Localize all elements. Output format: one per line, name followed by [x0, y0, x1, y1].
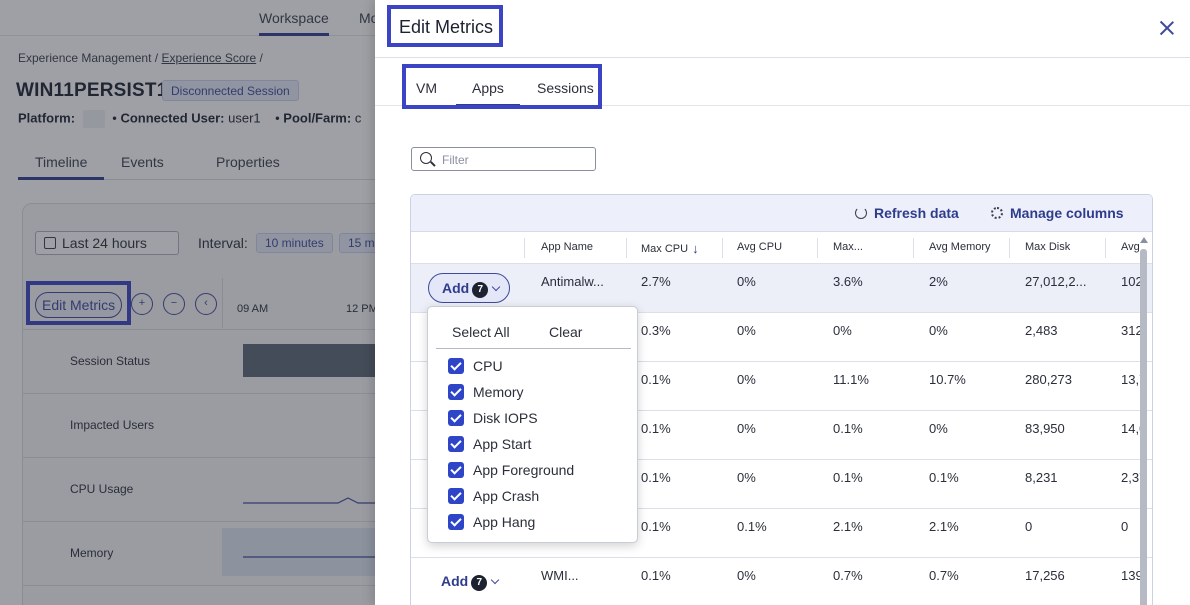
- column-divider: [817, 238, 818, 258]
- grid-header: App Name Max CPU ↓ Avg CPU Max... Avg Mem…: [411, 232, 1152, 264]
- column-divider: [524, 238, 525, 258]
- filter-field[interactable]: [411, 147, 596, 171]
- cell-max-memory: 0.1%: [833, 421, 863, 436]
- sort-descending-icon: ↓: [692, 241, 699, 256]
- metric-option-app-foreground[interactable]: App Foreground: [448, 462, 574, 482]
- checkbox-checked-icon[interactable]: [448, 462, 464, 478]
- metric-option-app-start[interactable]: App Start: [448, 436, 531, 456]
- cell-max-memory: 2.1%: [833, 519, 863, 534]
- cell-avg-cpu: 0.1%: [737, 519, 767, 534]
- column-header-avg-cpu[interactable]: Avg CPU: [737, 241, 782, 253]
- select-all-button[interactable]: Select All: [452, 324, 510, 340]
- metric-option-memory[interactable]: Memory: [448, 384, 524, 404]
- column-header-avg-disk[interactable]: Avg: [1121, 241, 1140, 253]
- close-icon[interactable]: [1157, 18, 1177, 38]
- column-divider: [1105, 238, 1106, 258]
- gear-icon: [991, 207, 1003, 219]
- checkbox-checked-icon[interactable]: [448, 436, 464, 452]
- refresh-data-button[interactable]: Refresh data: [855, 205, 959, 221]
- cell-max-cpu: 0.1%: [641, 568, 671, 583]
- cell-max-disk: 83,950: [1025, 421, 1065, 436]
- cell-max-disk: 0: [1025, 519, 1033, 534]
- add-metrics-button[interactable]: Add 7: [428, 567, 510, 597]
- cell-max-disk: 2,483: [1025, 323, 1058, 338]
- manage-columns-button[interactable]: Manage columns: [991, 205, 1124, 221]
- dropdown-divider: [436, 348, 631, 349]
- cell-app-name: Antimalw...: [541, 274, 604, 289]
- cell-max-memory: 0%: [833, 323, 852, 338]
- add-count-badge: 7: [471, 575, 488, 591]
- table-row[interactable]: Add 7 WMI... 0.1% 0% 0.7% 0.7% 17,256 139: [411, 558, 1152, 605]
- cell-max-cpu: 0.3%: [641, 323, 671, 338]
- cell-max-disk: 8,231: [1025, 470, 1058, 485]
- checkbox-checked-icon[interactable]: [448, 358, 464, 374]
- search-icon: [420, 152, 432, 164]
- column-header-avg-memory[interactable]: Avg Memory: [929, 241, 991, 253]
- cell-avg-memory: 10.7%: [929, 372, 966, 387]
- chevron-down-icon: [490, 575, 500, 585]
- cell-avg-cpu: 0%: [737, 323, 756, 338]
- checkbox-checked-icon[interactable]: [448, 488, 464, 504]
- refresh-icon: [855, 207, 867, 219]
- checkbox-checked-icon[interactable]: [448, 410, 464, 426]
- metric-option-disk-iops[interactable]: Disk IOPS: [448, 410, 538, 430]
- cell-max-memory: 0.1%: [833, 470, 863, 485]
- checkbox-checked-icon[interactable]: [448, 514, 464, 530]
- column-divider: [913, 238, 914, 258]
- cell-avg-cpu: 0%: [737, 568, 756, 583]
- cell-avg-memory: 0.1%: [929, 470, 959, 485]
- cell-max-cpu: 0.1%: [641, 519, 671, 534]
- modal-divider: [375, 57, 1190, 58]
- cell-max-cpu: 0.1%: [641, 421, 671, 436]
- column-header-max-cpu[interactable]: Max CPU ↓: [641, 241, 699, 256]
- cell-max-memory: 11.1%: [833, 372, 869, 387]
- modal-backdrop[interactable]: [0, 0, 375, 605]
- cell-max-memory: 3.6%: [833, 274, 863, 289]
- cell-max-disk: 280,273: [1025, 372, 1072, 387]
- chevron-down-icon: [491, 282, 501, 292]
- cell-avg-cpu: 0%: [737, 274, 756, 289]
- vertical-scrollbar[interactable]: [1139, 237, 1148, 605]
- column-header-app-name[interactable]: App Name: [541, 241, 593, 253]
- edit-metrics-modal: Edit Metrics VM Apps Sessions Refresh da…: [375, 0, 1190, 605]
- cell-max-disk: 27,012,2...: [1025, 274, 1087, 289]
- filter-input[interactable]: [442, 151, 590, 168]
- column-divider: [626, 238, 627, 258]
- cell-max-disk: 17,256: [1025, 568, 1065, 583]
- clear-button[interactable]: Clear: [549, 324, 582, 340]
- column-divider: [722, 238, 723, 258]
- title-callout: [387, 5, 503, 47]
- add-metrics-dropdown: Select All Clear CPU Memory Disk IOPS Ap…: [427, 306, 638, 543]
- scroll-up-icon[interactable]: [1140, 237, 1148, 243]
- cell-avg-memory: 2%: [929, 274, 948, 289]
- cell-max-cpu: 2.7%: [641, 274, 671, 289]
- metric-option-app-crash[interactable]: App Crash: [448, 488, 539, 508]
- cell-max-cpu: 0.1%: [641, 372, 671, 387]
- cell-avg-cpu: 0%: [737, 372, 756, 387]
- add-metrics-button[interactable]: Add 7: [428, 273, 510, 303]
- cell-avg-memory: 0%: [929, 323, 948, 338]
- add-count-badge: 7: [472, 282, 489, 298]
- cell-max-cpu: 0.1%: [641, 470, 671, 485]
- column-divider: [1009, 238, 1010, 258]
- scrollbar-thumb[interactable]: [1140, 249, 1147, 605]
- checkbox-checked-icon[interactable]: [448, 384, 464, 400]
- cell-avg-disk: 0: [1121, 519, 1129, 534]
- metric-option-app-hang[interactable]: App Hang: [448, 514, 535, 534]
- cell-avg-cpu: 0%: [737, 421, 756, 436]
- column-header-max-memory[interactable]: Max...: [833, 241, 863, 253]
- metric-option-cpu[interactable]: CPU: [448, 358, 503, 378]
- cell-avg-memory: 0.7%: [929, 568, 959, 583]
- cell-avg-memory: 2.1%: [929, 519, 959, 534]
- cell-app-name: WMI...: [541, 568, 579, 583]
- cell-avg-cpu: 0%: [737, 470, 756, 485]
- column-header-max-disk[interactable]: Max Disk: [1025, 241, 1070, 253]
- grid-toolbar: Refresh data Manage columns: [411, 195, 1152, 232]
- cell-avg-memory: 0%: [929, 421, 948, 436]
- cell-max-memory: 0.7%: [833, 568, 863, 583]
- tabs-callout: [402, 64, 602, 109]
